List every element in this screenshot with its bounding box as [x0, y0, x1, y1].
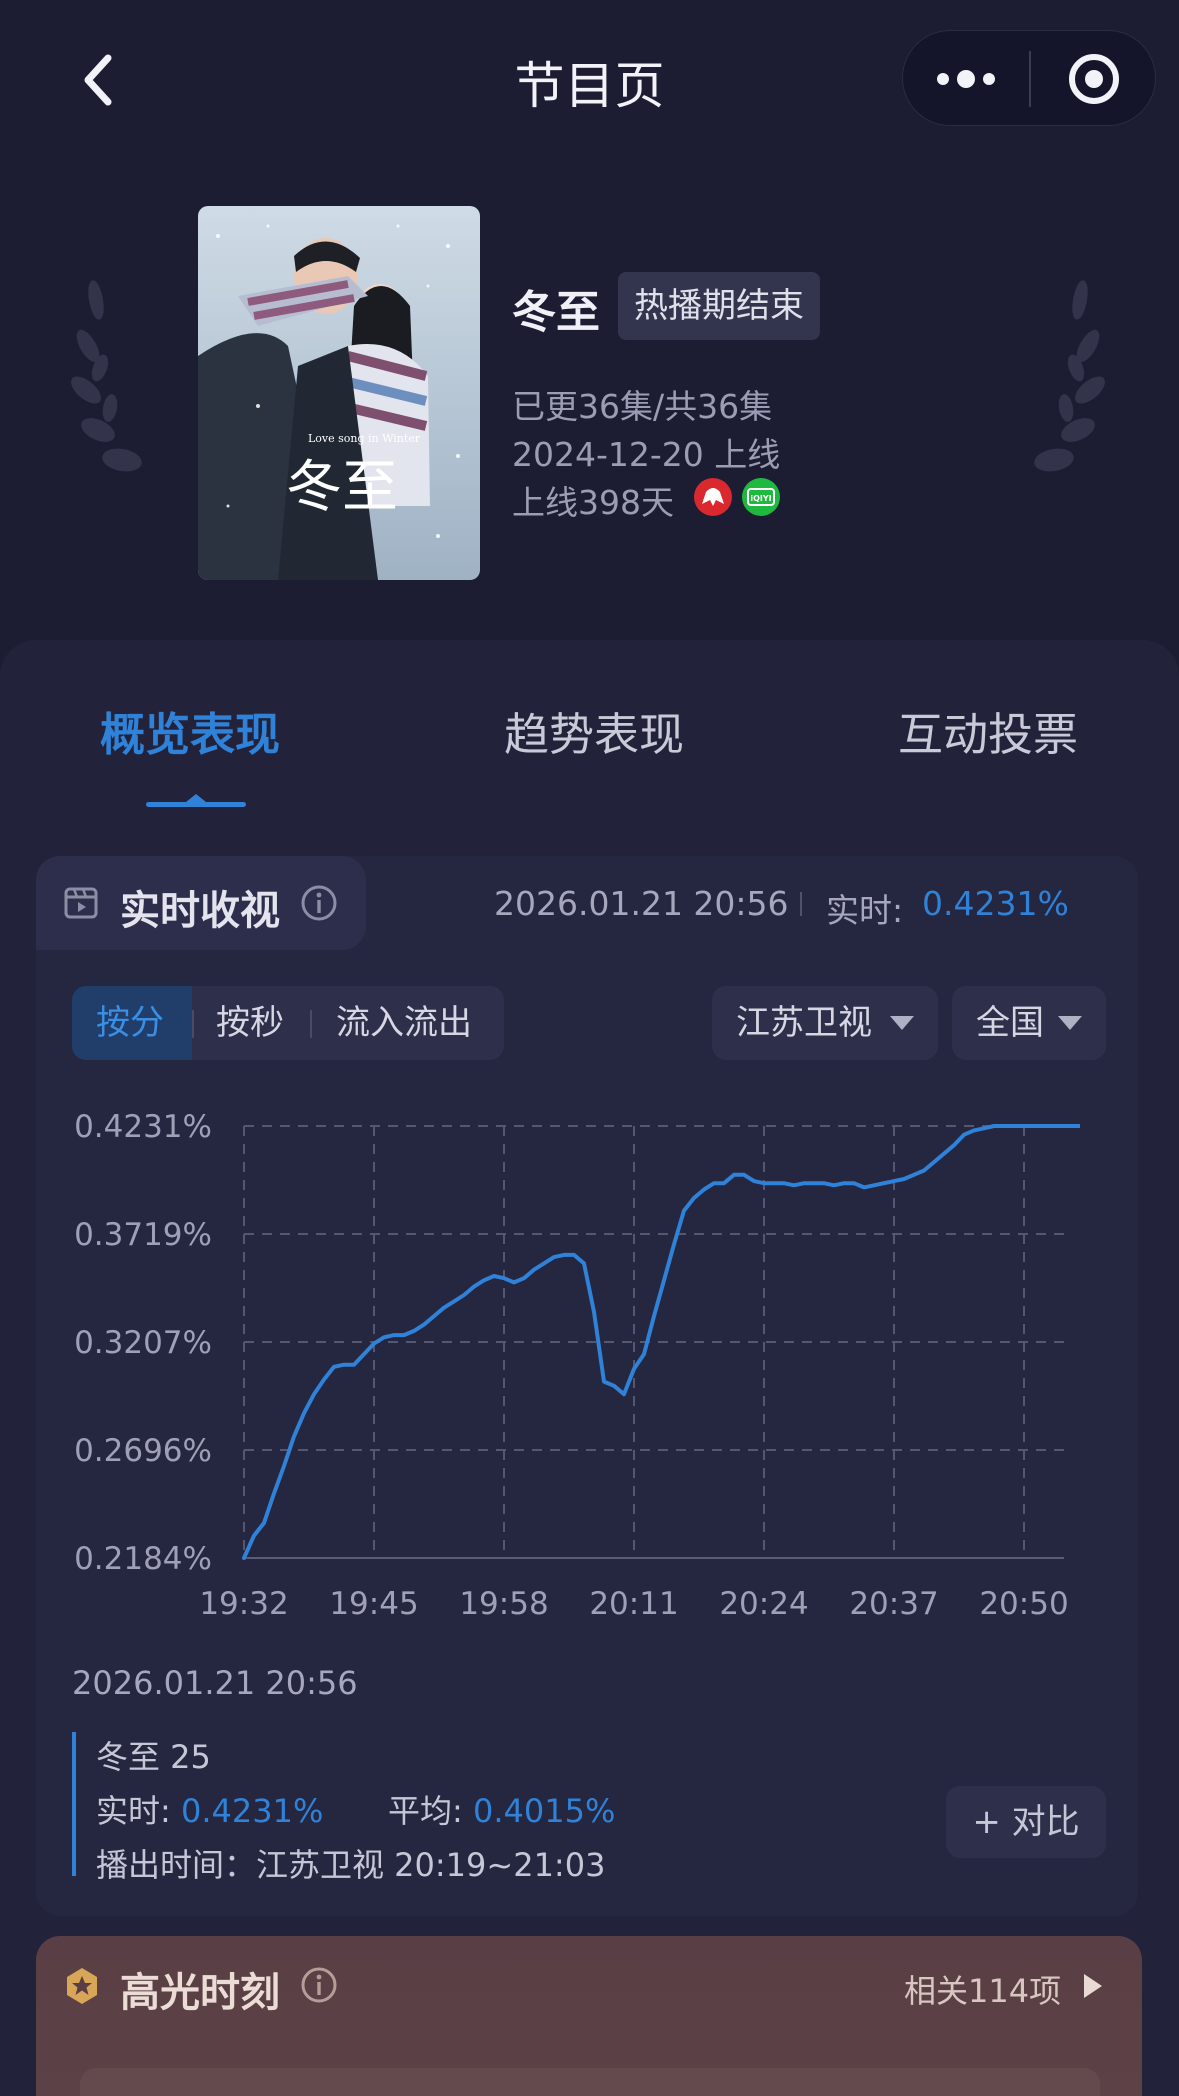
y-tick-label: 0.2696%: [74, 1433, 212, 1469]
show-name: 冬至: [512, 287, 600, 338]
segment-by-minute[interactable]: 按分: [96, 986, 164, 1060]
highlights-title: 高光时刻: [120, 1970, 280, 2016]
y-tick-label: 0.3207%: [74, 1325, 212, 1361]
highlights-related-count[interactable]: 相关114项: [904, 1966, 1061, 2012]
tab-indicator: [146, 802, 246, 807]
tooltip-realtime-value: 0.4231%: [180, 1792, 324, 1830]
channel-dropdown[interactable]: 江苏卫视: [712, 986, 938, 1060]
realtime-title: 实时收视: [120, 888, 280, 934]
tab-interactive-vote[interactable]: 互动投票: [898, 698, 1078, 763]
video-icon: [64, 887, 98, 919]
x-tick-label: 19:45: [329, 1586, 418, 1620]
tooltip-average-label: 平均:: [388, 1792, 463, 1830]
x-tick-label: 19:58: [459, 1586, 548, 1620]
x-tick-label: 20:37: [849, 1586, 938, 1620]
laurel-right-icon: [1034, 280, 1105, 472]
tab-overview[interactable]: 概览表现: [100, 698, 280, 763]
jiangsu-tv-icon: [694, 478, 732, 516]
segment-by-second[interactable]: 按秒: [216, 986, 284, 1060]
y-tick-label: 0.2184%: [74, 1541, 212, 1577]
laurel-left-icon: [71, 280, 142, 472]
status-badge: 热播期结束: [618, 272, 820, 340]
mini-program-capsule: [902, 30, 1156, 126]
x-tick-label: 20:11: [589, 1586, 678, 1620]
x-tick-label: 20:24: [719, 1586, 808, 1620]
header-separator: [800, 892, 802, 916]
close-target-icon[interactable]: [1031, 31, 1157, 127]
tab-indicator-caret: [186, 794, 206, 802]
tooltip-average-value: 0.4015%: [472, 1792, 616, 1830]
chevron-down-icon: [1058, 1016, 1082, 1030]
info-icon[interactable]: [300, 884, 338, 922]
tooltip-average-row: 平均: 0.4015%: [388, 1786, 615, 1832]
x-tick-label: 19:32: [199, 1586, 288, 1620]
tooltip-realtime-row: 实时: 0.4231%: [96, 1786, 323, 1832]
segment-divider: [192, 1010, 194, 1038]
release-date: 2024-12-20 上线: [512, 435, 781, 474]
segment-inflow-outflow[interactable]: 流入流出: [336, 986, 472, 1060]
segment-divider: [310, 1010, 312, 1038]
poster-english-title: Love song in Winter: [308, 432, 421, 445]
tooltip-airtime: 播出时间：江苏卫视 20:19~21:03: [96, 1846, 606, 1884]
tab-trend[interactable]: 趋势表现: [504, 698, 684, 763]
tooltip-episode: 冬至 25: [96, 1738, 211, 1776]
region-dropdown[interactable]: 全国: [952, 986, 1106, 1060]
x-tick-label: 20:50: [979, 1586, 1068, 1620]
poster-chinese-title: 冬至: [286, 455, 398, 520]
y-tick-label: 0.3719%: [74, 1217, 212, 1253]
tooltip-accent-bar: [72, 1732, 76, 1876]
compare-button[interactable]: + 对比: [946, 1786, 1106, 1858]
tooltip-realtime-label: 实时:: [96, 1792, 171, 1830]
star-badge-icon: [67, 1968, 97, 2004]
more-icon[interactable]: [903, 31, 1029, 127]
region-dropdown-label: 全国: [976, 1003, 1044, 1043]
tooltip-timestamp: 2026.01.21 20:56: [72, 1664, 358, 1702]
realtime-ratings-chart[interactable]: 0.2184% 0.2696% 0.3207% 0.3719% 0.4231% 19:32…: [60, 1100, 1080, 1620]
y-tick-label: 0.4231%: [74, 1109, 212, 1145]
play-arrow-icon[interactable]: [1084, 1974, 1102, 1998]
info-icon[interactable]: [300, 1966, 338, 2004]
realtime-label: 实时:: [826, 891, 904, 930]
days-online: 上线398天: [512, 483, 674, 522]
channel-dropdown-label: 江苏卫视: [736, 1003, 872, 1043]
iqiyi-icon: iQIYI: [742, 478, 780, 516]
realtime-timestamp: 2026.01.21 20:56: [494, 884, 789, 923]
show-poster[interactable]: Love song in Winter 冬至: [198, 206, 480, 580]
iqiyi-logo-text: iQIYI: [750, 494, 771, 503]
highlights-inner-panel: [80, 2068, 1100, 2096]
episode-count: 已更36集/共36集: [512, 387, 773, 426]
navigation-bar: 节目页: [0, 0, 1179, 160]
realtime-value: 0.4231%: [922, 884, 1069, 923]
chevron-down-icon: [890, 1016, 914, 1030]
